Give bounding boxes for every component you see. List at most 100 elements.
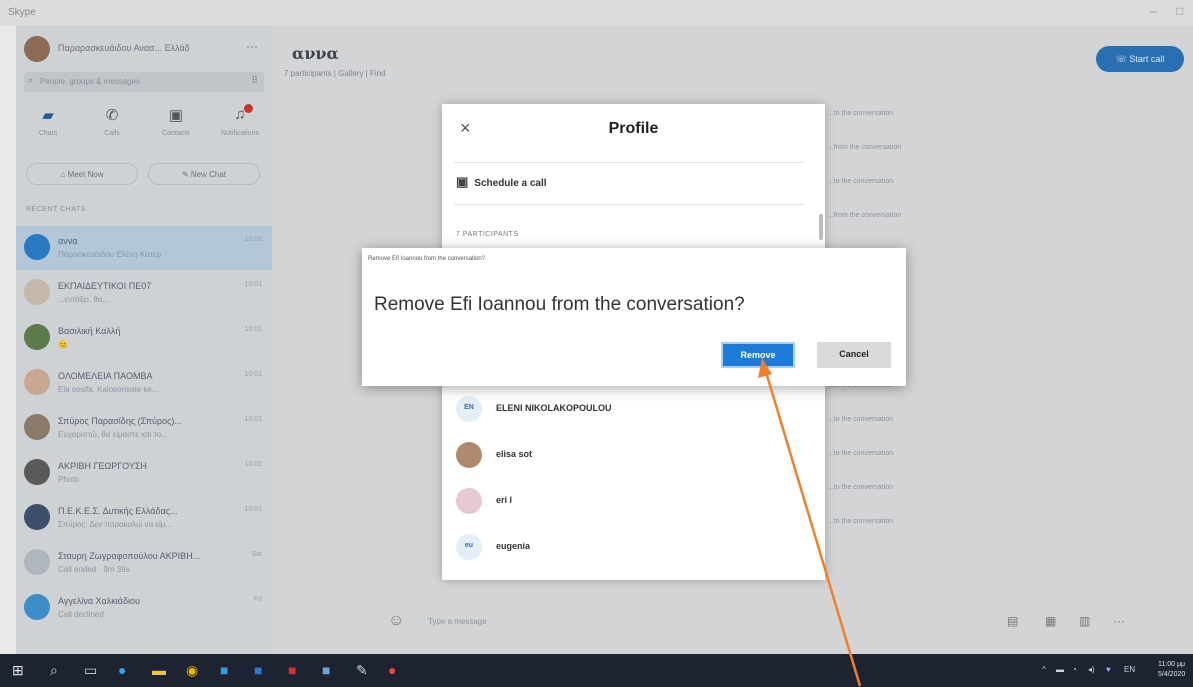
meet-now-button[interactable]: ⌂ Meet Now xyxy=(26,163,138,185)
avatar xyxy=(24,594,50,620)
divider xyxy=(454,162,804,163)
avatar xyxy=(24,549,50,575)
chat-list-item[interactable]: Βασιλική Καλλή 😊 10:01 xyxy=(16,316,272,360)
conversation-title: αννα xyxy=(292,44,339,63)
bell-icon: ♫ xyxy=(234,106,246,123)
tab-contacts[interactable]: ▣ Contacts xyxy=(146,106,206,137)
avatar xyxy=(24,36,50,62)
participant-item[interactable]: EN ELENI NIKOLAKOPOULOU xyxy=(456,394,806,424)
network-icon[interactable]: ◔ xyxy=(1072,665,1077,674)
minimize-button[interactable]: – xyxy=(1150,4,1157,18)
chrome-icon[interactable]: ◉ xyxy=(186,662,198,679)
chat-time: 10:01 xyxy=(244,416,262,423)
window-titlebar: Skype – □ xyxy=(0,0,1193,26)
notification-badge xyxy=(244,104,253,113)
emoji-icon[interactable]: ☺ xyxy=(388,612,404,630)
profile-header[interactable]: Παραρασκευάιδου Ανασ... Ελλάδ ··· xyxy=(16,34,272,64)
recent-chats-header: RECENT CHATS xyxy=(26,206,86,213)
system-message: ...from the conversation xyxy=(828,144,902,151)
taskbar: ⊞ ⌕ ▭ ● ▬ ◉ ■ ■ ■ ■ ✎ ● ^ ▬ ◔ ◂) ♥ ΕΝ 11… xyxy=(0,654,1193,687)
more-icon[interactable]: ··· xyxy=(1113,614,1125,628)
contact-card-icon[interactable]: ▤ xyxy=(1007,614,1018,628)
tab-label: Calls xyxy=(104,130,120,137)
start-call-button[interactable]: ☏ Start call xyxy=(1096,46,1184,72)
file-explorer-icon[interactable]: ▬ xyxy=(152,662,166,678)
word-icon[interactable]: ■ xyxy=(254,662,262,678)
message-composer[interactable]: ☺ Type a message ▤ ▦ ▥ ··· xyxy=(372,604,1192,638)
participant-item[interactable]: elisa sot xyxy=(456,440,806,470)
chat-preview: Παρασκευάιδου Ελένη Κατερ. xyxy=(58,250,164,259)
chat-list-item[interactable]: αννα Παρασκευάιδου Ελένη Κατερ. 10:01 xyxy=(16,226,272,270)
new-chat-button[interactable]: ✎ New Chat xyxy=(148,163,260,185)
chat-name: αννα xyxy=(58,236,78,246)
maximize-button[interactable]: □ xyxy=(1176,4,1183,18)
search-input[interactable]: ⌕ People, groups & messages ⠿ xyxy=(24,72,264,92)
new-chat-label: New Chat xyxy=(190,170,227,179)
system-message: ...to the conversation xyxy=(828,484,893,491)
chat-list-item[interactable]: Σπύρος Παρασίδης (Σπύρος)... Ευχαριστώ, θ… xyxy=(16,406,272,450)
chat-list-item[interactable]: Σταυρη Ζωγραφοπούλου ΑΚΡΙΒΗ... Call ended… xyxy=(16,541,272,585)
tab-chats[interactable]: ▰ Chats xyxy=(18,106,78,137)
tab-label: Chats xyxy=(38,130,58,137)
volume-icon[interactable]: ◂) xyxy=(1088,665,1095,674)
chat-time: Fri xyxy=(253,596,262,603)
system-message: ...to the conversation xyxy=(828,450,893,457)
chat-time: 10:01 xyxy=(244,461,262,468)
chat-time: Sat xyxy=(251,551,262,558)
language-indicator[interactable]: ΕΝ xyxy=(1124,665,1135,674)
search-placeholder: People, groups & messages xyxy=(40,77,141,86)
app-icon[interactable]: ■ xyxy=(322,662,330,678)
more-options-button[interactable]: ··· xyxy=(246,39,258,53)
tab-notifications[interactable]: ♫ Notifications xyxy=(210,104,270,137)
avatar xyxy=(456,442,482,468)
chat-time: 10:01 xyxy=(244,371,262,378)
dialpad-icon[interactable]: ⠿ xyxy=(251,75,258,86)
clock[interactable]: 11:00 μμ 5/4/2020 xyxy=(1158,660,1185,680)
chat-list-item[interactable]: Αγγελίνα Χαλκιάδιου Call declined Fri xyxy=(16,586,272,630)
tray-chevron-icon[interactable]: ^ xyxy=(1042,665,1046,674)
chat-preview: Ela sosifa. Kalosorisate ke... xyxy=(58,385,159,394)
avatar xyxy=(456,488,482,514)
compose-icon: ✎ xyxy=(181,170,191,179)
video-icon: ⌂ xyxy=(60,170,68,179)
media-icon[interactable]: ● xyxy=(388,662,396,678)
tab-label: Contacts xyxy=(162,130,190,137)
security-icon[interactable]: ♥ xyxy=(1106,665,1111,674)
pdf-icon[interactable]: ■ xyxy=(288,662,296,678)
edge-icon[interactable]: ● xyxy=(118,662,126,678)
participant-item[interactable]: eu eugenia xyxy=(456,532,806,562)
chat-time: 10:01 xyxy=(244,506,262,513)
chat-name: Αγγελίνα Χαλκιάδιου xyxy=(58,596,140,606)
chat-list-item[interactable]: Π.Ε.Κ.Ε.Σ. Δυτικής Ελλάδας... Σπύρος: Δεν… xyxy=(16,496,272,540)
image-icon[interactable]: ▦ xyxy=(1045,614,1056,628)
conversation-subtitle[interactable]: 7 participants | Gallery | Find xyxy=(284,69,386,78)
chat-list-item[interactable]: ΟΛΟΜΕΛΕΙΑ ΠΑΟΜΒΑ Ela sosifa. Kalosorisate… xyxy=(16,361,272,405)
chat-preview: 😊 xyxy=(58,340,68,349)
remove-button[interactable]: Remove xyxy=(721,342,795,368)
participant-item[interactable]: eri l xyxy=(456,486,806,516)
schedule-call-label: Schedule a call xyxy=(474,178,547,189)
message-input[interactable]: Type a message xyxy=(428,617,487,626)
scrollbar[interactable] xyxy=(819,214,823,240)
meet-now-label: Meet Now xyxy=(67,170,104,179)
avatar: eu xyxy=(456,534,482,560)
divider xyxy=(454,204,804,205)
search-icon[interactable]: ⌕ xyxy=(50,662,58,679)
battery-icon: ▬ xyxy=(1056,665,1064,674)
paint-icon[interactable]: ✎ xyxy=(356,662,368,679)
chat-list-item[interactable]: ΕΚΠΑΙΔΕΥΤΙΚΟΙ ΠΕ07 ...εντάξει, θα... 10:01 xyxy=(16,271,272,315)
schedule-call-button[interactable]: ▣ Schedule a call xyxy=(456,174,547,190)
chat-preview: Photo xyxy=(58,475,79,484)
file-icon[interactable]: ▥ xyxy=(1079,614,1090,628)
chat-list-item[interactable]: ΑΚΡΙΒΗ ΓΕΩΡΓΟΥΣΗ Photo 10:01 xyxy=(16,451,272,495)
task-view-icon[interactable]: ▭ xyxy=(84,662,97,679)
tab-calls[interactable]: ✆ Calls xyxy=(82,106,142,137)
avatar xyxy=(24,504,50,530)
skype-icon[interactable]: ■ xyxy=(220,662,228,678)
avatar: EN xyxy=(456,396,482,422)
windows-start-icon[interactable]: ⊞ xyxy=(12,662,24,679)
participant-name: elisa sot xyxy=(496,449,533,459)
cancel-button[interactable]: Cancel xyxy=(817,342,891,368)
chat-icon: ▰ xyxy=(42,107,54,124)
chat-name: ΟΛΟΜΕΛΕΙΑ ΠΑΟΜΒΑ xyxy=(58,371,153,381)
